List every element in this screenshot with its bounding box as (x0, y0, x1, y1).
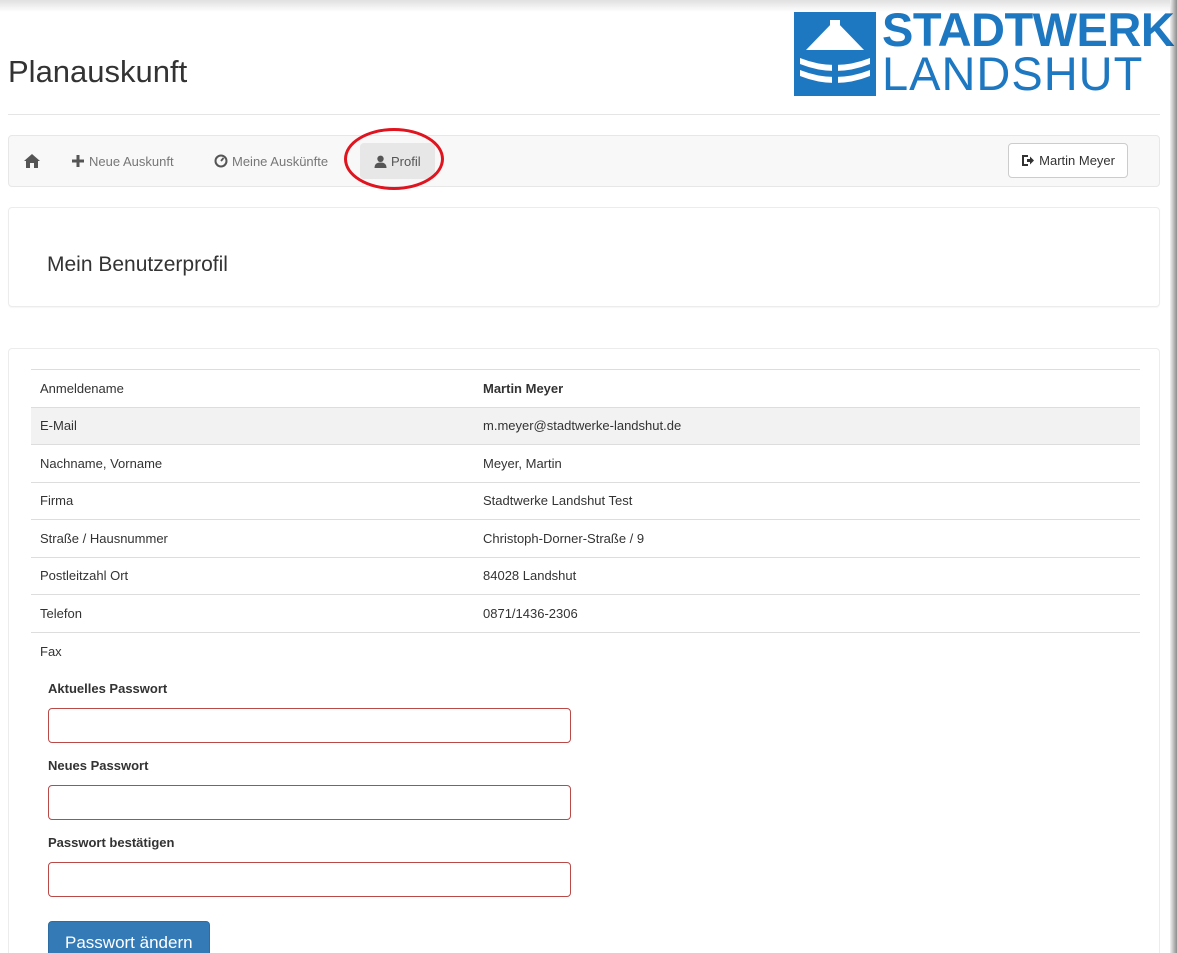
nav-home[interactable] (23, 136, 45, 186)
main-navbar: Neue Auskunft Meine Auskünfte Profil Mar… (8, 135, 1160, 187)
page-title: Mein Benutzerprofil (47, 253, 228, 276)
header-divider (8, 114, 1160, 115)
form-group-confirm-password: Passwort bestätigen (48, 835, 578, 897)
row-value: 0871/1436-2306 (474, 594, 1140, 632)
table-row: Nachname, Vorname Meyer, Martin (31, 444, 1140, 482)
profile-heading-panel: Mein Benutzerprofil (8, 207, 1160, 307)
row-label: Postleitzahl Ort (31, 556, 474, 595)
table-row: Telefon 0871/1436-2306 (31, 594, 1140, 632)
home-icon (24, 154, 40, 168)
current-password-input[interactable] (48, 708, 571, 743)
current-password-label: Aktuelles Passwort (48, 681, 168, 696)
logo-mark-icon (794, 12, 876, 96)
user-logout-button[interactable]: Martin Meyer (1008, 143, 1128, 178)
row-value (474, 631, 1140, 670)
row-label: Firma (31, 481, 474, 520)
app-title: Planauskunft (8, 54, 188, 89)
row-value: Christoph-Dorner-Straße / 9 (474, 519, 1140, 557)
stadtwerke-logo: STADTWERKE LANDSHUT (794, 4, 1177, 100)
row-value: Martin Meyer (474, 369, 1140, 407)
user-button-label: Martin Meyer (1039, 153, 1115, 168)
new-password-label: Neues Passwort (48, 758, 149, 773)
form-group-new-password: Neues Passwort (48, 758, 578, 820)
form-group-current-password: Aktuelles Passwort (48, 681, 578, 743)
confirm-password-label: Passwort bestätigen (48, 835, 175, 850)
table-row: Fax (31, 631, 1140, 670)
logo-text-landshut: LANDSHUT (882, 47, 1144, 100)
dashboard-icon (214, 154, 228, 168)
row-value: Meyer, Martin (474, 444, 1140, 482)
profile-table: Anmeldename Martin Meyer E-Mail m.meyer@… (31, 369, 1140, 670)
row-label: Anmeldename (31, 369, 474, 407)
table-row: Anmeldename Martin Meyer (31, 369, 1140, 407)
change-password-button[interactable]: Passwort ändern (48, 921, 210, 953)
nav-meine-auskuenfte-label: Meine Auskünfte (232, 153, 329, 169)
edge-shadow (1170, 0, 1177, 953)
new-password-input[interactable] (48, 785, 571, 820)
logout-icon (1022, 155, 1035, 166)
table-row: Firma Stadtwerke Landshut Test (31, 481, 1140, 520)
nav-profil[interactable]: Profil (360, 143, 435, 179)
nav-profil-label: Profil (391, 153, 421, 169)
nav-neue-auskunft[interactable]: Neue Auskunft (71, 136, 174, 186)
row-label: Straße / Hausnummer (31, 519, 474, 557)
user-icon (374, 155, 387, 168)
row-value: m.meyer@stadtwerke-landshut.de (474, 406, 1140, 445)
row-value: Stadtwerke Landshut Test (474, 481, 1140, 520)
table-row: Postleitzahl Ort 84028 Landshut (31, 556, 1140, 595)
row-label: Fax (31, 631, 474, 670)
change-password-form: Aktuelles Passwort Neues Passwort Passwo… (48, 681, 578, 953)
logo-text-stadtwerke: STADTWERKE (882, 3, 1177, 56)
table-row: Straße / Hausnummer Christoph-Dorner-Str… (31, 519, 1140, 557)
row-label: E-Mail (31, 406, 474, 445)
row-label: Nachname, Vorname (31, 444, 474, 482)
confirm-password-input[interactable] (48, 862, 571, 897)
row-label: Telefon (31, 594, 474, 632)
table-row: E-Mail m.meyer@stadtwerke-landshut.de (31, 406, 1140, 445)
plus-icon (72, 155, 84, 167)
nav-neue-auskunft-label: Neue Auskunft (89, 153, 174, 169)
nav-meine-auskuenfte[interactable]: Meine Auskünfte (214, 136, 328, 186)
row-value: 84028 Landshut (474, 556, 1140, 595)
profile-panel: Anmeldename Martin Meyer E-Mail m.meyer@… (8, 348, 1160, 953)
